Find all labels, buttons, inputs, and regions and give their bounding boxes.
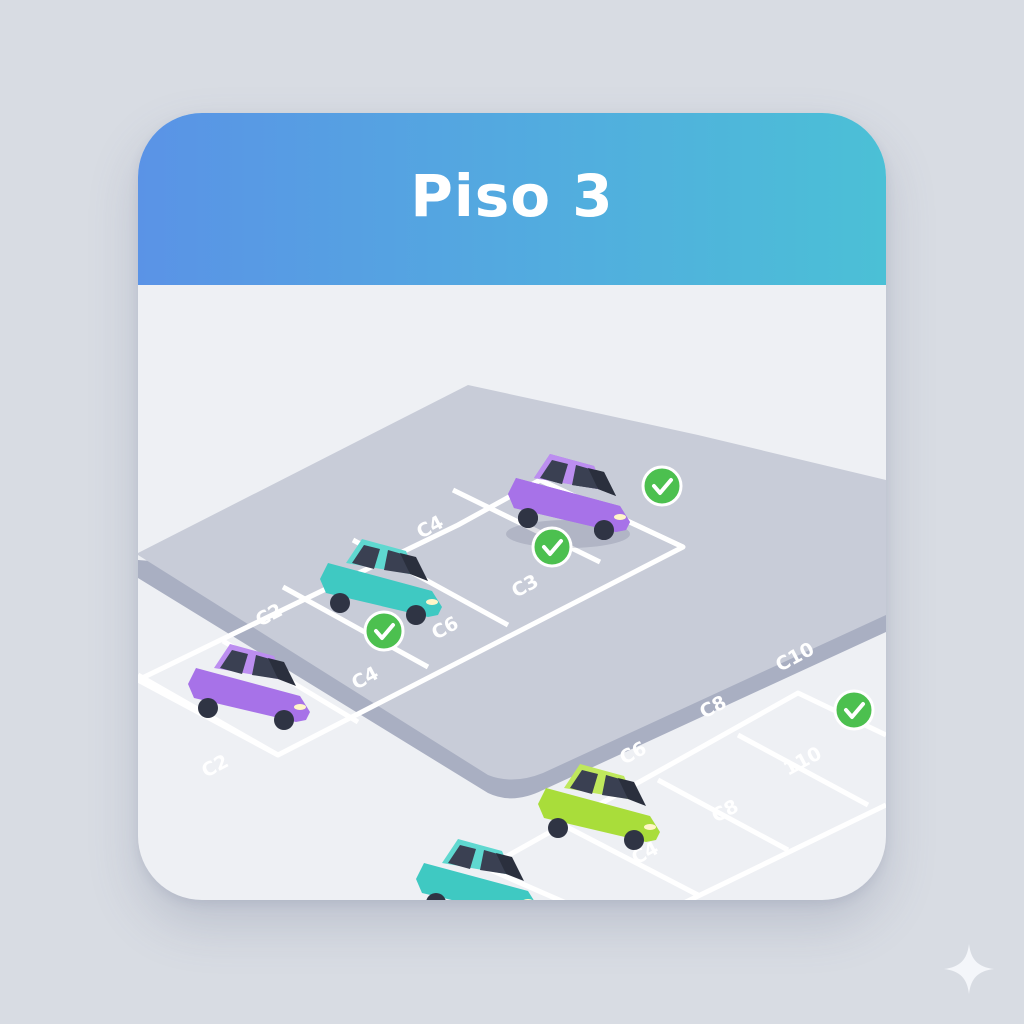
check-icon — [531, 526, 573, 568]
check-icon — [641, 465, 683, 507]
parking-map: C4 C3 C2 C6 C4 C2 C10 C8 C6 110 C8 C4 .c… — [138, 385, 886, 900]
floor-title: Piso 3 — [410, 162, 614, 230]
floor-header: Piso 3 — [138, 113, 886, 285]
parking-floor-card: Piso 3 C4 C3 C2 C6 C4 C2 C10 C8 C6 110 C… — [138, 113, 886, 900]
check-icon — [363, 610, 405, 652]
check-icon — [833, 689, 875, 731]
spot-label: 110 — [780, 742, 825, 780]
spot-label: C2 — [198, 750, 232, 782]
sparkle-icon — [944, 944, 994, 994]
